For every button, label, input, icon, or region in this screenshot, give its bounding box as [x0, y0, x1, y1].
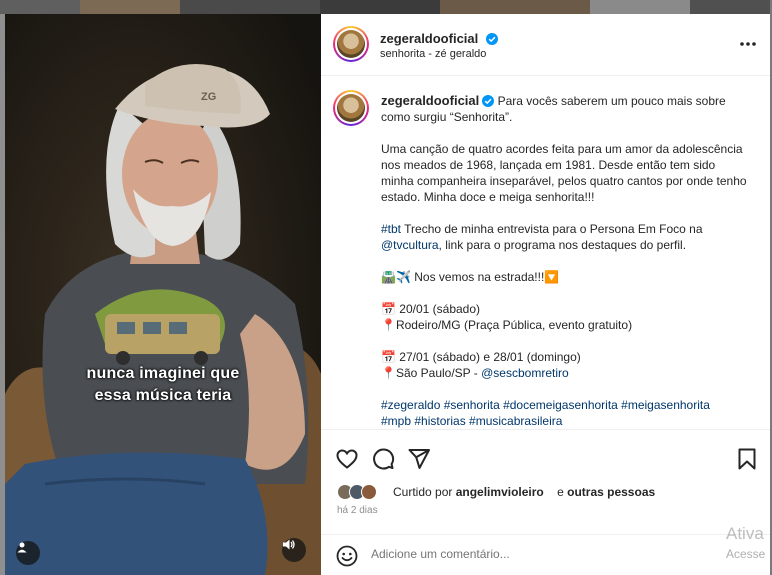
author-avatar[interactable]	[333, 26, 369, 62]
pin-icon: 📍	[381, 318, 396, 332]
video-caption-line-1: nunca imaginei que	[86, 365, 240, 382]
video-frame: ZG	[5, 14, 321, 575]
event2-place: São Paulo/SP -	[395, 366, 482, 380]
travel-emoji: 🛣️✈️	[381, 270, 411, 284]
audio-track-label[interactable]: senhorita - zé geraldo	[380, 48, 486, 60]
calendar-icon: 📅	[381, 302, 396, 316]
svg-text:ZG: ZG	[201, 91, 216, 103]
post-caption: zegeraldooficial Para vocês saberem um p…	[381, 93, 751, 429]
post-video[interactable]: ZG nunca imaginei que essa música teria	[5, 14, 321, 575]
mention-tvcultura[interactable]: @tvcultura	[381, 238, 439, 252]
caption-author-avatar[interactable]	[333, 90, 369, 126]
emoji-icon[interactable]	[335, 544, 359, 568]
comment-icon[interactable]	[371, 447, 395, 471]
pin-icon: 📍	[381, 366, 396, 380]
hashtags-line-2[interactable]: #mpb #historias #musicabrasileira	[381, 413, 751, 429]
down-arrow-emoji: 🔽	[544, 270, 560, 284]
heart-icon[interactable]	[335, 447, 359, 471]
activation-watermark: Ativa	[726, 524, 764, 543]
post-timestamp[interactable]: há 2 dias	[337, 505, 378, 516]
liked-by-and: e	[557, 485, 564, 499]
liked-by-row: Curtido por angelimvioleiro e outras pes…	[337, 484, 655, 500]
video-caption-line-2: essa música teria	[94, 387, 232, 404]
author-username[interactable]: zegeraldooficial	[380, 31, 478, 46]
more-options-icon[interactable]	[738, 38, 758, 50]
calendar-icon: 📅	[381, 350, 396, 364]
post-header: zegeraldooficial senhorita - zé geraldo	[321, 14, 770, 76]
user-icon	[17, 542, 27, 553]
liked-by-others[interactable]: outras pessoas	[567, 485, 655, 499]
post-caption-area: zegeraldooficial Para vocês saberem um p…	[321, 77, 770, 429]
liked-by-user[interactable]: angelimvioleiro	[456, 485, 544, 499]
background-feed-strip	[0, 0, 772, 14]
event1-place: Rodeiro/MG (Praça Pública, evento gratui…	[395, 318, 633, 332]
post-details-panel: zegeraldooficial senhorita - zé geraldo …	[321, 14, 770, 575]
verified-badge-icon	[485, 33, 498, 45]
comment-bar	[321, 534, 770, 575]
caption-paragraph: Uma canção de quatro acordes feita para …	[381, 142, 747, 204]
liked-by-prefix: Curtido por	[393, 485, 453, 499]
share-icon[interactable]	[407, 447, 431, 471]
instagram-post-modal: ZG nunca imaginei que essa música teria	[0, 0, 772, 575]
hashtags-line-1[interactable]: #zegeraldo #senhorita #docemeigasenhorit…	[381, 397, 751, 413]
liker-avatar[interactable]	[361, 484, 377, 500]
mention-sescbomretiro[interactable]: @sescbomretiro	[481, 366, 569, 380]
caption-travel-text: Nos vemos na estrada!!!	[414, 270, 545, 284]
event2-date: 27/01 (sábado) e 28/01 (domingo)	[399, 350, 581, 364]
speaker-icon	[283, 539, 295, 550]
bookmark-icon[interactable]	[735, 447, 759, 471]
tagged-users-button[interactable]	[16, 541, 40, 565]
hashtag-tbt[interactable]: #tbt	[381, 222, 401, 236]
activation-watermark-sub: Acesse	[726, 547, 766, 561]
comment-input[interactable]	[371, 547, 671, 561]
caption-tbt-text-end: , link para o programa nos destaques do …	[438, 238, 687, 252]
event1-date: 20/01 (sábado)	[399, 302, 481, 316]
verified-badge-icon	[482, 95, 495, 107]
caption-tbt-text: Trecho de minha entrevista para o Person…	[404, 222, 703, 236]
audio-toggle-button[interactable]	[282, 538, 306, 562]
caption-author-username[interactable]: zegeraldooficial	[381, 93, 479, 108]
